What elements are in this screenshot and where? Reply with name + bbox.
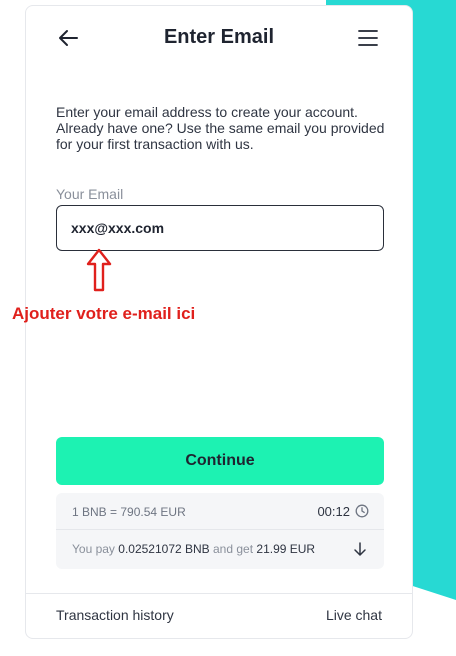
arrow-down-icon[interactable] <box>352 541 368 557</box>
header: Enter Email <box>26 6 412 68</box>
email-field[interactable] <box>56 205 384 251</box>
continue-button[interactable]: Continue <box>56 437 384 485</box>
intro-text: Enter your email address to create your … <box>56 104 385 152</box>
rate-timer: 00:12 <box>317 504 350 519</box>
footer-divider <box>26 593 412 594</box>
payment-summary-row[interactable]: You pay 0.02521072 BNB and get 21.99 EUR <box>56 530 384 569</box>
live-chat-link[interactable]: Live chat <box>326 607 382 623</box>
page-title: Enter Email <box>163 25 275 48</box>
back-button[interactable] <box>54 24 82 52</box>
rate-row: 1 BNB = 790.54 EUR 00:12 <box>56 493 384 530</box>
exchange-rate: 1 BNB = 790.54 EUR <box>72 505 186 519</box>
clock-icon <box>355 504 369 518</box>
email-label: Your Email <box>56 186 124 202</box>
arrow-left-icon <box>59 30 78 46</box>
menu-button[interactable] <box>354 24 382 52</box>
red-up-arrow-icon <box>86 248 112 292</box>
transaction-history-link[interactable]: Transaction history <box>56 607 174 623</box>
pay-middle: and get <box>209 542 257 556</box>
rate-info-box: 1 BNB = 790.54 EUR 00:12 You pay 0.02521… <box>56 493 384 569</box>
pay-prefix: You pay <box>72 542 119 556</box>
hamburger-menu-icon <box>358 30 378 46</box>
pay-amount: 0.02521072 BNB <box>118 542 210 556</box>
get-amount: 21.99 EUR <box>256 542 316 556</box>
annotation-text: Ajouter votre e-mail ici <box>12 304 196 323</box>
payment-summary: You pay 0.02521072 BNB and get 21.99 EUR <box>72 542 315 556</box>
